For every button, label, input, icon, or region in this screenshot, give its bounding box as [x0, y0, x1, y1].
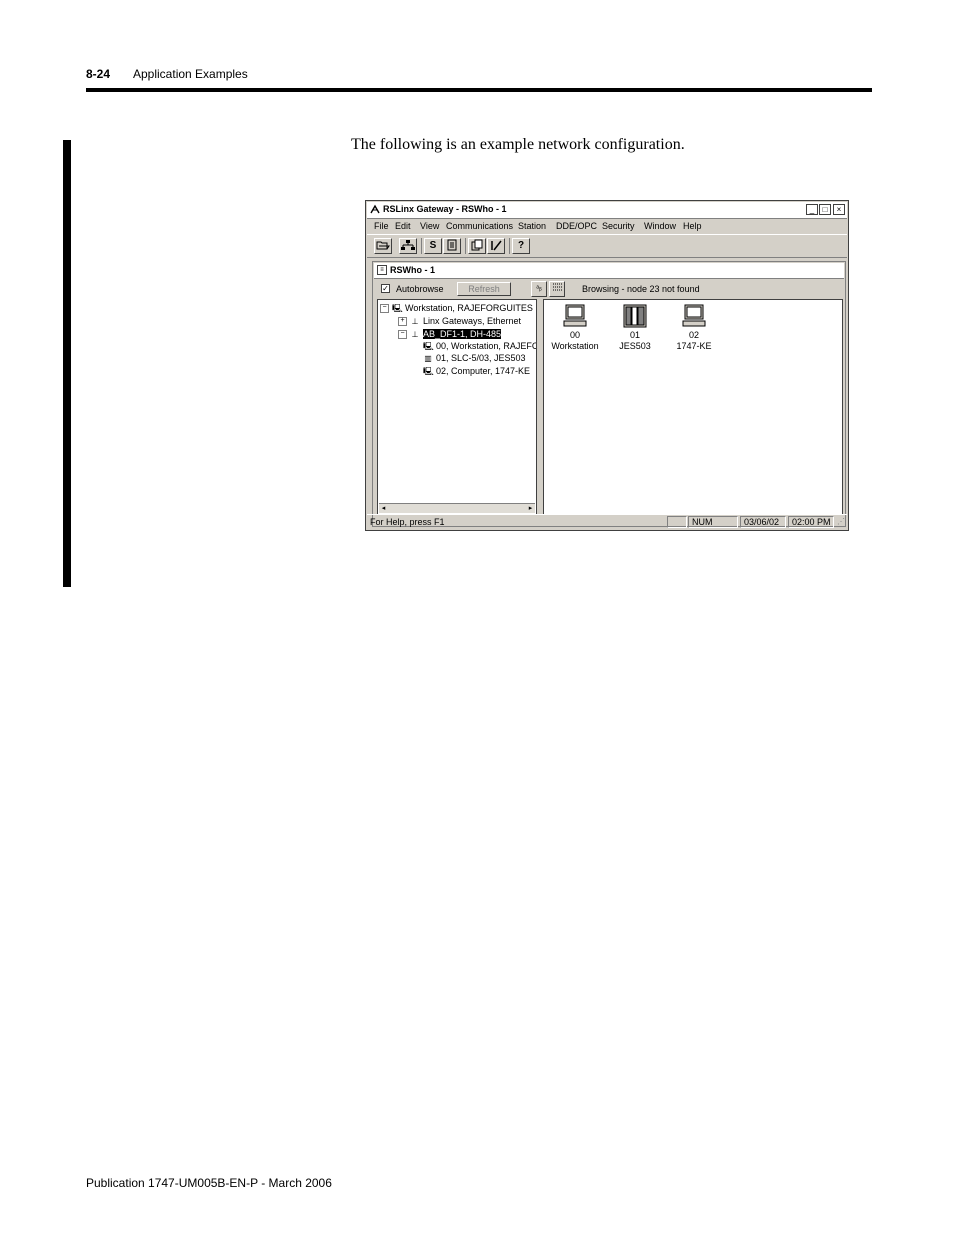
collapse-icon[interactable]: −: [398, 330, 407, 340]
change-bar: [63, 140, 71, 587]
menu-dde-opc[interactable]: DDE/OPC: [556, 221, 597, 231]
status-time: 02:00 PM: [788, 516, 834, 528]
status-bar: For Help, press F1 NUM 03/06/02 02:00 PM…: [367, 514, 847, 529]
tree-label: AB_DF1-1, DH-485: [423, 329, 502, 339]
autobrowse-label: Autobrowse: [396, 284, 444, 294]
tree-item-node-00[interactable]: 🖳 00, Workstation, RAJEFC: [423, 341, 537, 352]
configure-icon[interactable]: [443, 238, 461, 254]
menu-security[interactable]: Security: [602, 221, 635, 231]
maximize-button[interactable]: □: [819, 204, 831, 215]
toolbar: S ?: [367, 234, 847, 258]
close-button[interactable]: ×: [833, 204, 845, 215]
expand-icon[interactable]: +: [398, 317, 407, 327]
tree-label: 02, Computer, 1747-KE: [436, 366, 531, 376]
page-number: 8-24: [86, 67, 111, 81]
list-view-icon[interactable]: [549, 281, 565, 297]
computer-icon: [563, 304, 587, 327]
child-window-title: RSWho - 1: [390, 265, 435, 275]
child-titlebar: ≡ RSWho - 1: [374, 263, 844, 279]
network-icon: ⊥: [411, 330, 419, 340]
network-tree[interactable]: − 🖳 Workstation, RAJEFORGUITES + ⊥ Linx Gate…: [377, 299, 537, 515]
device-number: 02: [688, 330, 699, 340]
workstation-icon: 🖳: [392, 304, 403, 314]
scroll-left-icon[interactable]: ◂: [379, 504, 388, 513]
tree-label: Linx Gateways, Ethernet: [423, 316, 522, 326]
intro-text: The following is an example network conf…: [351, 136, 685, 153]
menu-edit[interactable]: Edit: [395, 221, 411, 231]
rslinx-window: RSLinx Gateway - RSWho - 1 _ □ × File Ed…: [365, 200, 849, 531]
status-help: For Help, press F1: [370, 517, 445, 527]
tree-item-node-01[interactable]: ▥ 01, SLC-5/03, JES503: [423, 353, 526, 364]
device-02[interactable]: 02 1747-KE: [666, 304, 722, 352]
section-title: Application Examples: [133, 67, 248, 81]
network-icon[interactable]: [399, 238, 417, 254]
menu-communications[interactable]: Communications: [446, 221, 513, 231]
status-num: NUM: [688, 516, 738, 528]
device-number: 01: [629, 330, 640, 340]
device-name: Workstation: [551, 341, 599, 351]
scroll-right-icon[interactable]: ▸: [526, 504, 535, 513]
tree-view-icon[interactable]: ᵃᵦ: [531, 281, 547, 297]
tree-item-node-02[interactable]: 🖳 02, Computer, 1747-KE: [423, 366, 530, 376]
plc-icon: ▥: [424, 354, 432, 364]
tree-item-workstation[interactable]: − 🖳 Workstation, RAJEFORGUITES: [380, 303, 533, 314]
computer-icon: [682, 304, 706, 327]
copy-icon[interactable]: [468, 238, 486, 254]
options-bar: ✓ Autobrowse Refresh ᵃᵦ Browsing - node …: [374, 280, 844, 298]
minimize-button[interactable]: _: [806, 204, 818, 215]
device-name: 1747-KE: [676, 341, 712, 351]
device-name: JES503: [619, 341, 651, 351]
menu-bar: File Edit View Communications Station DD…: [367, 219, 847, 233]
tree-label: 01, SLC-5/03, JES503: [436, 353, 526, 363]
tree-item-linx-gateways[interactable]: + ⊥ Linx Gateways, Ethernet: [398, 316, 522, 327]
computer-icon: 🖳: [423, 367, 434, 377]
tree-label: Workstation, RAJEFORGUITES: [405, 303, 533, 313]
device-list: 00 Workstation 01 JES503 02 1747-KE: [543, 299, 843, 515]
rswho-child-window: ≡ RSWho - 1 ✓ Autobrowse Refresh ᵃᵦ Brow…: [372, 261, 846, 527]
autobrowse-checkbox[interactable]: ✓: [381, 284, 390, 293]
tree-label: 00, Workstation, RAJEFC: [436, 341, 537, 351]
window-titlebar: RSLinx Gateway - RSWho - 1 _ □ ×: [367, 202, 847, 219]
refresh-button[interactable]: Refresh: [457, 282, 511, 296]
window-title: RSLinx Gateway - RSWho - 1: [383, 204, 507, 214]
plc-icon: [623, 304, 647, 328]
menu-view[interactable]: View: [420, 221, 439, 231]
station-icon[interactable]: S: [424, 238, 442, 254]
browse-status: Browsing - node 23 not found: [582, 284, 700, 294]
tree-item-ab-df1[interactable]: − ⊥ AB_DF1-1, DH-485: [398, 329, 502, 340]
network-icon: ⊥: [411, 317, 419, 327]
publication-footer: Publication 1747-UM005B-EN-P - March 200…: [86, 1176, 332, 1190]
resize-grip-icon[interactable]: ⋰: [837, 518, 845, 526]
status-date: 03/06/02: [740, 516, 786, 528]
device-number: 00: [569, 330, 580, 340]
help-icon[interactable]: ?: [512, 238, 530, 254]
device-01[interactable]: 01 JES503: [607, 304, 663, 352]
rswho-icon: ≡: [377, 265, 387, 275]
menu-help[interactable]: Help: [683, 221, 702, 231]
status-panel-empty: [667, 516, 687, 528]
rslinx-app-icon: [370, 204, 380, 214]
menu-station[interactable]: Station: [518, 221, 546, 231]
computer-icon: 🖳: [423, 342, 434, 352]
open-icon[interactable]: [374, 238, 392, 254]
tree-hscrollbar[interactable]: ◂ ▸: [379, 503, 535, 513]
menu-file[interactable]: File: [374, 221, 389, 231]
edit-icon[interactable]: [487, 238, 505, 254]
header-rule: [86, 88, 872, 92]
device-00[interactable]: 00 Workstation: [547, 304, 603, 352]
menu-window[interactable]: Window: [644, 221, 676, 231]
collapse-icon[interactable]: −: [380, 304, 389, 314]
